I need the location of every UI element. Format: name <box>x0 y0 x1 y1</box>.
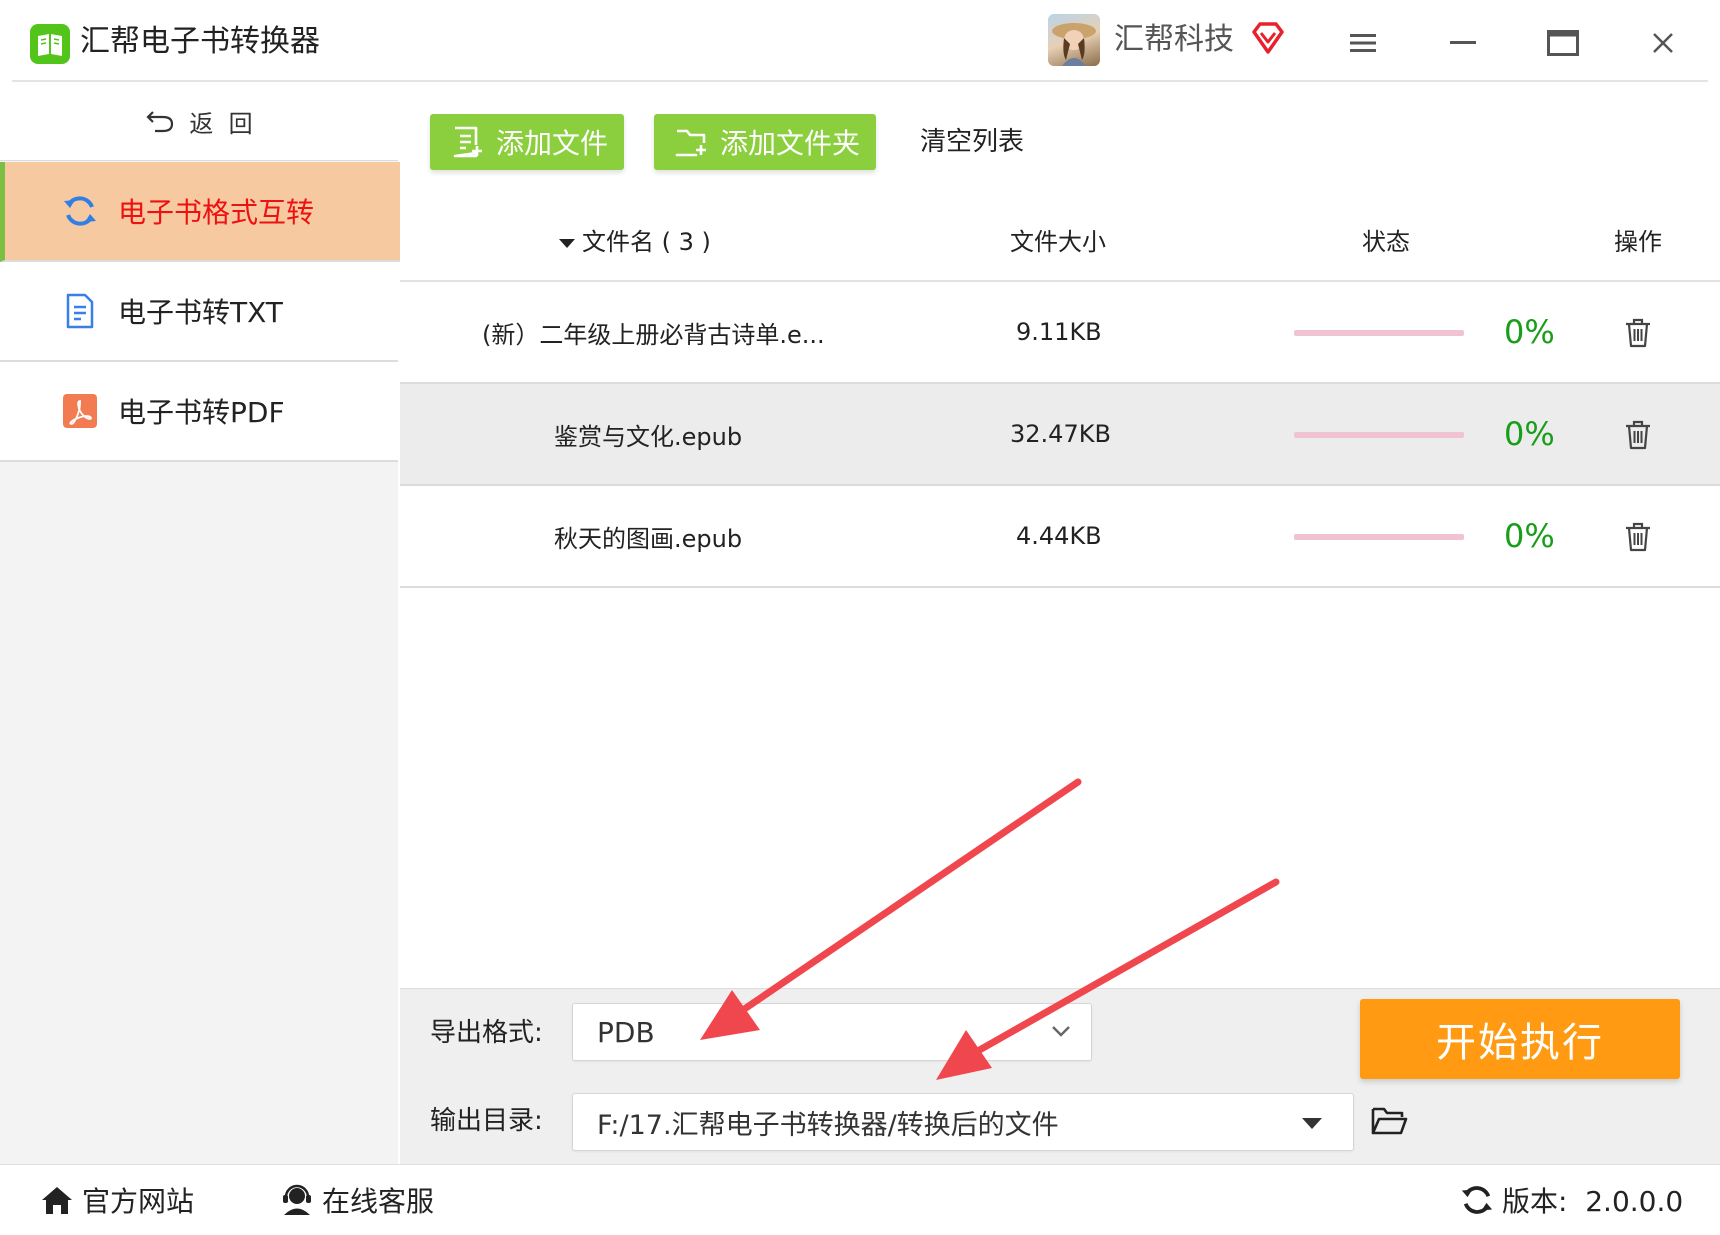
export-format-select[interactable]: PDB <box>572 1003 1092 1061</box>
online-support-label: 在线客服 <box>322 1185 435 1218</box>
add-file-icon <box>453 126 482 158</box>
add-file-button[interactable]: 添加文件 <box>430 114 624 170</box>
sidebar: 返 回 电子书格式互转 电子书转TXT 电子书转PDF <box>0 82 403 1164</box>
delete-trash-icon[interactable] <box>1622 520 1654 552</box>
progress-percent: 0% <box>1504 313 1555 351</box>
chevron-down-icon <box>1052 1026 1070 1037</box>
progress-bar <box>1294 432 1464 438</box>
sidebar-item-label: 电子书转PDF <box>118 396 285 429</box>
add-folder-icon <box>675 129 706 157</box>
headset-support-icon <box>283 1184 311 1215</box>
company-name: 汇帮科技 <box>1114 22 1234 57</box>
minimize-button[interactable] <box>1438 18 1488 68</box>
file-name: (新）二年级上册必背古诗单.e... <box>482 320 825 349</box>
maximize-icon <box>1547 30 1579 56</box>
online-support-link[interactable]: 在线客服 <box>280 1165 434 1235</box>
sidebar-item-format-convert[interactable]: 电子书格式互转 <box>0 162 403 262</box>
progress-bar <box>1294 534 1464 540</box>
column-header-size: 文件大小 <box>1010 228 1106 256</box>
file-name: 鉴赏与文化.epub <box>554 422 743 451</box>
file-size: 9.11KB <box>1016 318 1102 346</box>
user-avatar[interactable] <box>1048 14 1100 66</box>
settings-panel: 导出格式: PDB 输出目录: F:/17.汇帮电子书转换器/转换后的文件 开始… <box>400 988 1720 1165</box>
export-format-value: PDB <box>597 1015 655 1049</box>
progress-percent: 0% <box>1504 415 1555 453</box>
back-button[interactable]: 返 回 <box>0 82 398 161</box>
output-dir-value: F:/17.汇帮电子书转换器/转换后的文件 <box>597 1109 1059 1141</box>
footer-bar: 官方网站 在线客服 版本: 2.0.0.0 <box>0 1164 1720 1235</box>
file-size: 32.47KB <box>1010 420 1111 448</box>
txt-document-icon <box>62 292 98 330</box>
add-folder-label: 添加文件夹 <box>720 127 861 160</box>
maximize-button[interactable] <box>1538 18 1588 68</box>
table-row[interactable]: (新）二年级上册必背古诗单.e... 9.11KB 0% <box>400 282 1720 384</box>
output-dir-label: 输出目录: <box>430 1106 543 1136</box>
refresh-update-icon <box>1461 1186 1493 1214</box>
delete-trash-icon[interactable] <box>1622 418 1654 450</box>
clear-list-button[interactable]: 清空列表 <box>920 120 1024 164</box>
start-button[interactable]: 开始执行 <box>1360 999 1680 1079</box>
main-panel: 添加文件 添加文件夹 清空列表 文件名 ( 3 ) 文件大小 状态 操作 (新）… <box>400 82 1720 1165</box>
sidebar-item-to-txt[interactable]: 电子书转TXT <box>0 262 398 362</box>
column-header-action: 操作 <box>1614 228 1662 256</box>
export-format-label: 导出格式: <box>430 1018 543 1048</box>
title-bar: 汇帮电子书转换器 汇帮科技 <box>0 0 1720 82</box>
app-logo-icon <box>30 24 70 64</box>
pdf-icon <box>62 392 98 430</box>
official-website-link[interactable]: 官方网站 <box>40 1165 194 1235</box>
sidebar-item-label: 电子书转TXT <box>118 296 283 329</box>
back-arrow-icon <box>146 111 174 133</box>
table-row[interactable]: 秋天的图画.epub 4.44KB 0% <box>400 486 1720 588</box>
sort-down-icon <box>559 239 575 248</box>
file-name: 秋天的图画.epub <box>554 524 743 553</box>
column-header-name-label: 文件名 ( 3 ) <box>582 228 711 256</box>
column-header-name[interactable]: 文件名 ( 3 ) <box>558 224 711 260</box>
version-label: 版本: 2.0.0.0 <box>1502 1185 1684 1218</box>
column-header-status: 状态 <box>1362 228 1410 256</box>
minimize-icon <box>1450 41 1476 44</box>
output-dir-select[interactable]: F:/17.汇帮电子书转换器/转换后的文件 <box>572 1093 1354 1151</box>
refresh-icon <box>62 192 98 230</box>
close-button[interactable] <box>1638 18 1688 68</box>
vip-diamond-icon[interactable] <box>1250 20 1286 56</box>
delete-trash-icon[interactable] <box>1622 316 1654 348</box>
file-size: 4.44KB <box>1016 522 1102 550</box>
home-icon <box>42 1187 72 1214</box>
app-title: 汇帮电子书转换器 <box>80 24 320 59</box>
table-row[interactable]: 鉴赏与文化.epub 32.47KB 0% <box>400 384 1720 486</box>
caret-down-icon <box>1302 1118 1322 1129</box>
close-icon <box>1653 33 1673 53</box>
hamburger-icon <box>1350 34 1376 52</box>
open-folder-icon[interactable] <box>1370 1103 1408 1137</box>
official-website-label: 官方网站 <box>82 1185 195 1218</box>
sidebar-item-label: 电子书格式互转 <box>118 196 315 229</box>
version-info[interactable]: 版本: 2.0.0.0 <box>1460 1165 1683 1235</box>
add-file-label: 添加文件 <box>496 127 609 160</box>
progress-bar <box>1294 330 1464 336</box>
back-label: 返 回 <box>189 109 253 138</box>
menu-button[interactable] <box>1338 18 1388 68</box>
progress-percent: 0% <box>1504 517 1555 555</box>
sidebar-item-to-pdf[interactable]: 电子书转PDF <box>0 362 398 462</box>
add-folder-button[interactable]: 添加文件夹 <box>654 114 876 170</box>
